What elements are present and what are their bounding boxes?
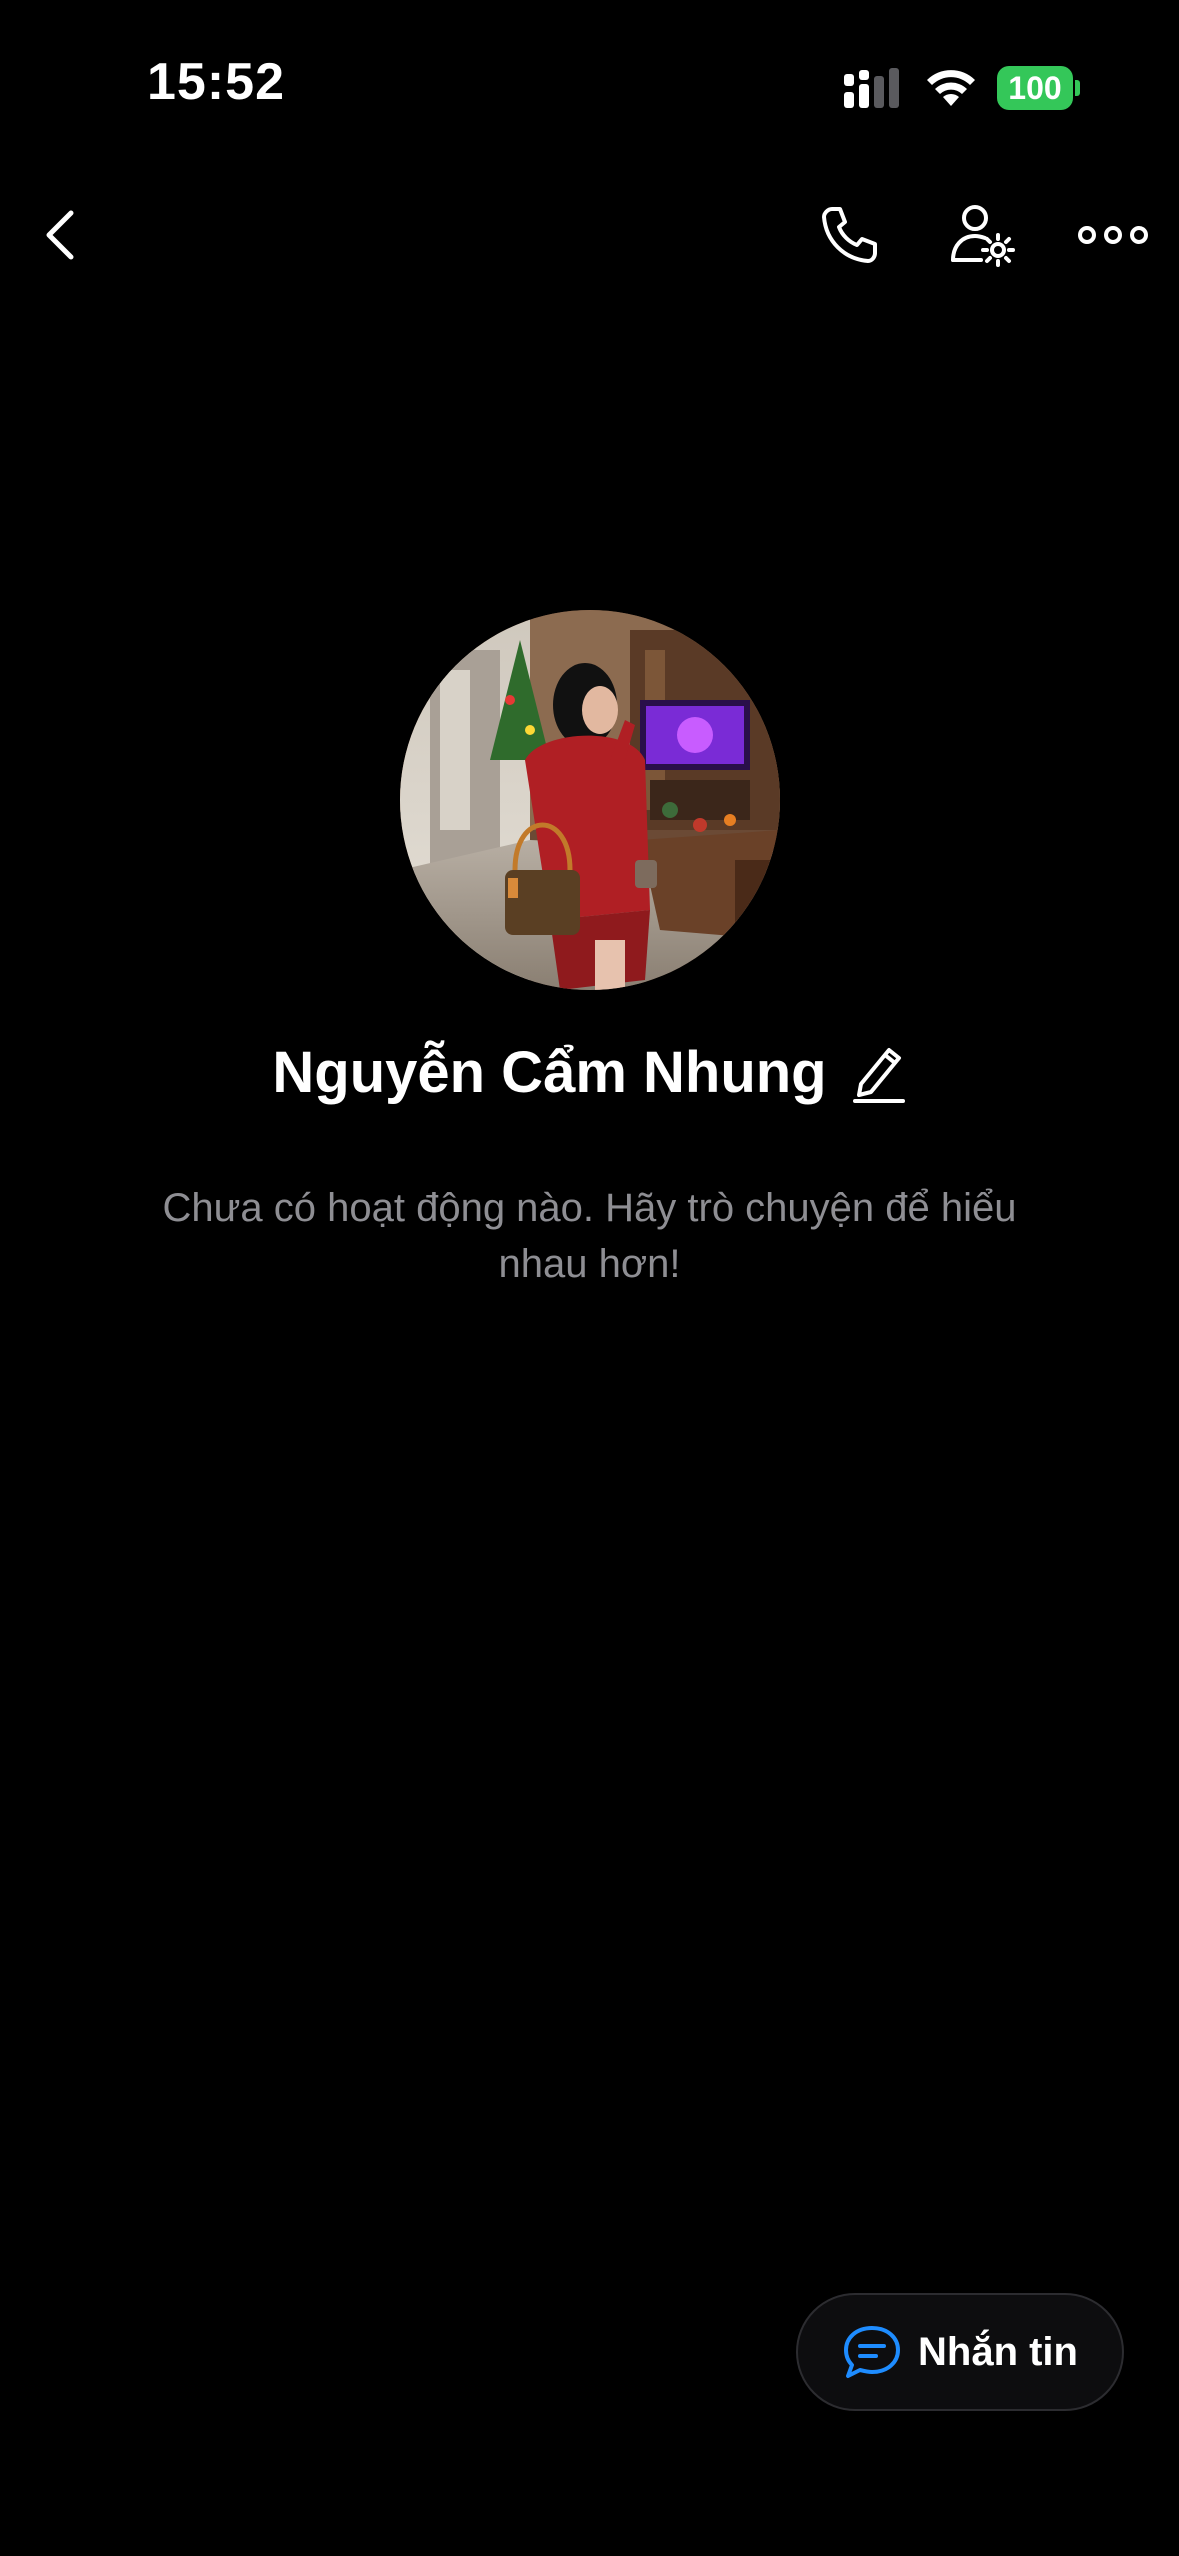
more-options-button[interactable]	[1068, 190, 1158, 280]
profile-avatar[interactable]	[400, 610, 780, 990]
empty-activity-message: Chưa có hoạt động nào. Hãy trò chuyện để…	[162, 1186, 1017, 1286]
phone-icon	[822, 207, 877, 263]
send-message-label: Nhắn tin	[918, 2329, 1078, 2374]
top-nav	[0, 190, 1179, 300]
more-horizontal-icon	[1078, 226, 1148, 244]
wifi-icon	[927, 70, 975, 106]
battery-level: 100	[997, 66, 1073, 110]
back-button[interactable]	[16, 190, 106, 280]
user-settings-icon	[951, 205, 1015, 267]
chevron-left-icon	[46, 210, 74, 260]
call-button[interactable]	[805, 190, 895, 280]
pencil-icon[interactable]	[851, 1040, 907, 1104]
chat-bubble-icon	[844, 2326, 900, 2378]
profile-name-row: Nguyễn Cẩm Nhung	[0, 1032, 1179, 1112]
user-settings-button[interactable]	[937, 190, 1027, 280]
status-bar: 15:52 100	[0, 0, 1179, 170]
battery-tip	[1075, 80, 1080, 96]
avatar-photo	[400, 610, 780, 990]
battery-indicator: 100	[997, 66, 1080, 110]
profile-name: Nguyễn Cẩm Nhung	[272, 1039, 827, 1105]
status-time: 15:52	[147, 53, 285, 111]
send-message-button[interactable]: Nhắn tin	[796, 2293, 1124, 2411]
cellular-signal-icon	[844, 68, 899, 108]
